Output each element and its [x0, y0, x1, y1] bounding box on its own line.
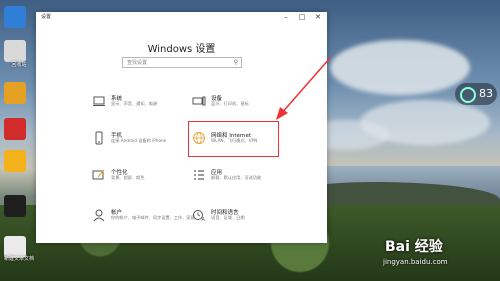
laptop-icon: [93, 96, 105, 106]
search-input[interactable]: 查找设置 ⚲: [122, 57, 242, 68]
tile-subtitle: 你的帐户、电子邮件、同步设置、工作、家庭: [111, 215, 195, 220]
window-title: 设置: [41, 14, 52, 20]
apps-icon: [194, 170, 204, 180]
page-title: Windows 设置: [147, 44, 216, 55]
recycle-bin-icon[interactable]: [4, 40, 26, 62]
desktop-app-icon[interactable]: [4, 150, 26, 172]
tile-subtitle: 卸载、默认应用、可选功能: [211, 175, 262, 180]
paint-icon: [92, 169, 105, 180]
watermark-url: jingyan.baidu.com: [383, 258, 448, 266]
phone-icon: [95, 131, 103, 145]
cloud: [330, 40, 470, 95]
tile-subtitle: 连接 Android 设备和 iPhone: [111, 138, 167, 143]
qq-icon[interactable]: [4, 195, 26, 217]
svg-text:A: A: [202, 217, 206, 222]
tile-subtitle: 背景、锁屏、颜色: [111, 175, 145, 180]
desktop-app-icon[interactable]: [4, 118, 26, 140]
settings-tile-time-language[interactable]: A 时间和语言 语音、区域、日期: [192, 208, 312, 234]
desktop-app-icon[interactable]: [4, 6, 26, 28]
widget-value: 83: [479, 87, 493, 100]
desktop-label: 回收站: [11, 62, 27, 68]
title-bar[interactable]: 设置 – □ ✕: [36, 12, 327, 23]
system-widget[interactable]: 83: [455, 83, 497, 105]
settings-tile-apps[interactable]: 应用 卸载、默认应用、可选功能: [192, 168, 312, 194]
annotation-arrow: [276, 57, 331, 120]
person-icon: [93, 209, 105, 222]
search-placeholder: 查找设置: [127, 60, 148, 66]
tile-subtitle: 蓝牙、打印机、鼠标: [211, 101, 249, 106]
minimize-icon[interactable]: –: [278, 12, 294, 23]
keyboard-icon: [192, 96, 206, 106]
desktop-app-icon[interactable]: [4, 82, 26, 104]
desktop-label: 新建文本文档: [3, 256, 34, 262]
search-icon: ⚲: [233, 59, 238, 66]
close-icon[interactable]: ✕: [310, 12, 326, 23]
text-document-icon[interactable]: [4, 236, 26, 258]
gauge-icon: [460, 87, 476, 103]
maximize-icon[interactable]: □: [294, 12, 310, 23]
tile-subtitle: 显示、声音、通知、电源: [111, 101, 158, 106]
baidu-watermark: Bai 经验: [385, 239, 443, 255]
tile-subtitle: 语音、区域、日期: [211, 215, 245, 220]
clock-language-icon: A: [193, 210, 206, 222]
